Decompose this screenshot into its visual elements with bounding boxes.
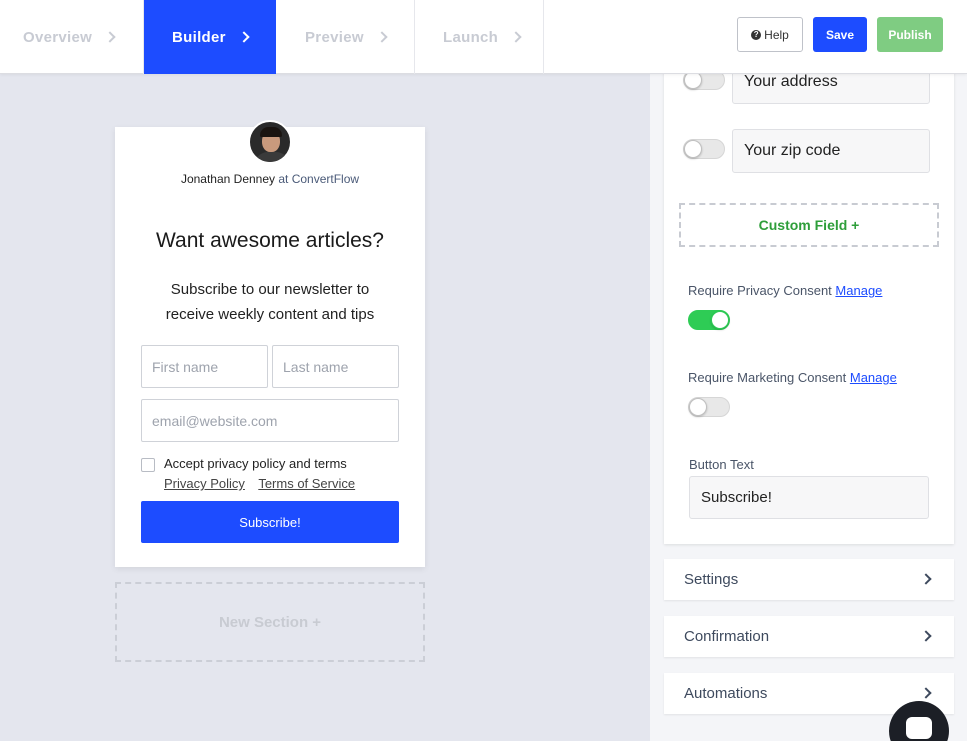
first-name-input[interactable]: First name	[141, 345, 268, 388]
subscribe-button[interactable]: Subscribe!	[141, 501, 399, 543]
toggle-knob	[711, 311, 729, 329]
consent-label: Accept privacy policy and terms	[164, 456, 347, 471]
settings-section[interactable]: Settings	[664, 559, 954, 600]
privacy-consent-row: Require Privacy Consent Manage	[688, 283, 882, 298]
chat-bubble-icon	[906, 717, 932, 739]
avatar-hair	[260, 127, 282, 137]
toggle-knob	[689, 398, 707, 416]
help-button-label: Help	[764, 27, 789, 42]
automations-section-label: Automations	[684, 685, 768, 702]
button-text-label: Button Text	[689, 457, 754, 472]
author-line: Jonathan Denney at ConvertFlow	[115, 172, 425, 186]
chevron-right-icon	[104, 31, 116, 43]
marketing-consent-manage-link[interactable]: Manage	[850, 370, 897, 385]
policy-links: Privacy Policy Terms of Service	[164, 476, 365, 491]
email-input[interactable]: email@website.com	[141, 399, 399, 442]
step-overview-label: Overview	[23, 28, 93, 46]
top-bar: Overview Builder Preview Launch ? Help S…	[0, 0, 967, 74]
marketing-consent-row: Require Marketing Consent Manage	[688, 370, 897, 385]
terms-of-service-link[interactable]: Terms of Service	[258, 476, 355, 491]
toggle-knob	[684, 140, 702, 158]
confirmation-section-label: Confirmation	[684, 628, 770, 645]
form-headline: Want awesome articles?	[156, 229, 384, 252]
author-avatar	[248, 120, 292, 164]
step-launch[interactable]: Launch	[415, 0, 544, 74]
step-builder[interactable]: Builder	[144, 0, 276, 74]
settings-section-label: Settings	[684, 571, 739, 588]
chevron-right-icon	[920, 630, 932, 642]
button-text-input[interactable]: Subscribe!	[689, 476, 929, 519]
question-circle-icon: ?	[751, 29, 762, 40]
add-custom-field-button[interactable]: Custom Field +	[679, 203, 939, 247]
consent-checkbox[interactable]	[141, 458, 155, 472]
form-preview-card[interactable]: Jonathan Denney at ConvertFlow Want awes…	[115, 120, 425, 567]
chevron-right-icon	[920, 687, 932, 699]
zip-code-field[interactable]: Your zip code	[732, 129, 930, 173]
step-launch-label: Launch	[443, 28, 499, 46]
privacy-policy-link[interactable]: Privacy Policy	[164, 476, 245, 491]
confirmation-section[interactable]: Confirmation	[664, 616, 954, 657]
chevron-right-icon	[510, 31, 522, 43]
marketing-consent-toggle[interactable]	[688, 397, 730, 417]
form-subtext: Subscribe to our newsletter to receive w…	[165, 281, 375, 323]
author-name: Jonathan Denney	[180, 172, 276, 186]
publish-button[interactable]: Publish	[877, 17, 943, 52]
chevron-right-icon	[376, 31, 388, 43]
zip-code-field-toggle[interactable]	[683, 139, 725, 159]
privacy-consent-manage-link[interactable]: Manage	[835, 283, 882, 298]
marketing-consent-label: Require Marketing Consent	[688, 370, 847, 385]
step-preview-label: Preview	[305, 28, 364, 46]
privacy-consent-label: Require Privacy Consent	[688, 283, 832, 298]
privacy-consent-toggle[interactable]	[688, 310, 730, 330]
chevron-right-icon	[238, 31, 250, 43]
last-name-input[interactable]: Last name	[272, 345, 399, 388]
chevron-right-icon	[920, 573, 932, 585]
step-builder-label: Builder	[172, 28, 226, 46]
step-preview[interactable]: Preview	[276, 0, 415, 74]
new-section-button[interactable]: New Section +	[115, 582, 425, 662]
save-button[interactable]: Save	[813, 17, 867, 52]
author-company: at ConvertFlow	[278, 172, 360, 186]
avatar-shirt	[254, 152, 290, 162]
step-overview[interactable]: Overview	[0, 0, 144, 74]
help-button[interactable]: ? Help	[737, 17, 803, 52]
